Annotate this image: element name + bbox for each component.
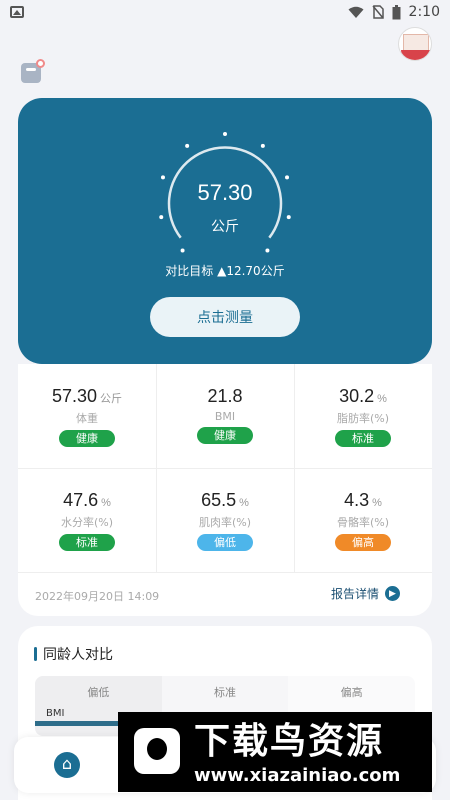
status-badge: 偏高 (335, 534, 391, 551)
section-title: 同龄人对比 (34, 644, 113, 664)
watermark-url: www.xiazainiao.com (194, 765, 401, 786)
gauge-tick (265, 248, 270, 253)
chevron-right-icon: ▶ (385, 586, 401, 601)
status-badge: 标准 (335, 430, 391, 447)
metrics-grid: 57.30 公斤 体重 健康 21.8 BMI 健康 30.2% 脂肪率(%) 标… (18, 364, 432, 616)
gauge-tick (185, 143, 190, 148)
measure-date: 2022年09月20日 14:09 (35, 590, 160, 603)
bird-logo-icon (134, 728, 180, 774)
gauge-tick (160, 175, 165, 180)
home-icon[interactable] (54, 752, 80, 778)
weight-unit: 公斤 (211, 219, 239, 235)
metric-fat[interactable]: 30.2% 脂肪率(%) 标准 (294, 364, 432, 468)
bmi-label: BMI (46, 708, 65, 719)
metric-bone[interactable]: 4.3% 骨骼率(%) 偏高 (294, 468, 432, 572)
gauge-tick (285, 175, 290, 180)
measure-button[interactable]: 点击测量 (150, 297, 300, 337)
status-badge: 健康 (197, 427, 253, 444)
metric-muscle[interactable]: 65.5% 肌肉率(%) 偏低 (156, 468, 294, 572)
gauge-tick (180, 248, 185, 253)
status-badge: 标准 (59, 534, 115, 551)
watermark: 下载鸟资源 www.xiazainiao.com (118, 712, 432, 792)
gauge-tick (260, 143, 265, 148)
status-badge: 健康 (59, 430, 115, 447)
target-comparison: 对比目标 ▲12.70公斤 (165, 264, 285, 278)
weight-value: 57.30 (197, 180, 253, 205)
metric-bmi[interactable]: 21.8 BMI 健康 (156, 364, 294, 468)
report-detail-link[interactable]: 报告详情 ▶ (331, 585, 401, 602)
gauge-tick (223, 132, 227, 136)
status-badge: 偏低 (197, 534, 253, 551)
metric-water[interactable]: 47.6% 水分率(%) 标准 (18, 468, 156, 572)
metric-weight[interactable]: 57.30 公斤 体重 健康 (18, 364, 156, 468)
watermark-text: 下载鸟资源 (194, 721, 385, 762)
